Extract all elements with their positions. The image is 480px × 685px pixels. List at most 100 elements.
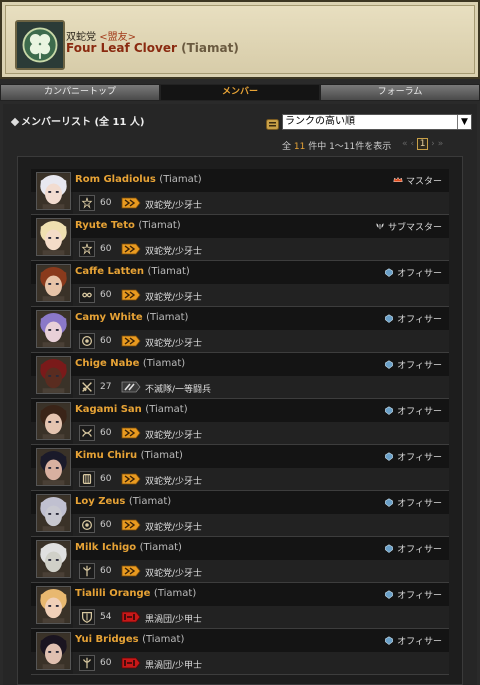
tab-company-top[interactable]: カンパニートップ bbox=[0, 84, 160, 101]
member-name-line[interactable]: Caffe Latten (Tiamat) bbox=[75, 266, 190, 277]
member-name-line[interactable]: Loy Zeus (Tiamat) bbox=[75, 496, 171, 507]
member-rank: オフィサー bbox=[384, 542, 442, 555]
sort-select[interactable]: ランクの高い順 ▼ bbox=[282, 114, 472, 130]
member-name-line[interactable]: Camy White (Tiamat) bbox=[75, 312, 188, 323]
member-row[interactable]: Tialili Orange (Tiamat) オフィサー 54 黒渦団/少甲士 bbox=[31, 583, 449, 629]
member-row[interactable]: Chige Nabe (Tiamat) オフィサー 27 不滅隊/一等闘兵 bbox=[31, 353, 449, 399]
member-row[interactable]: Loy Zeus (Tiamat) オフィサー 60 双蛇党/少牙士 bbox=[31, 491, 449, 537]
pager-info: 全 11 件中 1〜11件を表示 bbox=[282, 142, 392, 152]
member-level: 60 bbox=[100, 566, 112, 576]
member-avatar[interactable] bbox=[36, 540, 71, 578]
member-rank: マスター bbox=[393, 174, 442, 187]
member-name-line[interactable]: Chige Nabe (Tiamat) bbox=[75, 358, 185, 369]
member-row[interactable]: Rom Gladiolus (Tiamat) マスター 60 双蛇党/少牙士 bbox=[31, 169, 449, 215]
member-name[interactable]: Kimu Chiru bbox=[75, 450, 137, 461]
bullet-icon bbox=[10, 117, 20, 127]
fc-crest-icon bbox=[15, 20, 65, 70]
chevron-down-icon: ▼ bbox=[457, 115, 471, 129]
member-world: (Tiamat) bbox=[153, 588, 197, 599]
member-avatar[interactable] bbox=[36, 586, 71, 624]
member-level: 60 bbox=[100, 520, 112, 530]
member-name[interactable]: Milk Ichigo bbox=[75, 542, 136, 553]
member-row[interactable]: Camy White (Tiamat) オフィサー 60 双蛇党/少牙士 bbox=[31, 307, 449, 353]
grand-company-serpent-icon bbox=[121, 335, 141, 347]
member-gc-rank: 双蛇党/少牙士 bbox=[145, 339, 203, 349]
member-name[interactable]: Kagami San bbox=[75, 404, 142, 415]
officer-icon bbox=[384, 589, 394, 600]
member-row[interactable]: Kimu Chiru (Tiamat) オフィサー 60 双蛇党/少牙士 bbox=[31, 445, 449, 491]
member-world: (Tiamat) bbox=[128, 496, 172, 507]
member-avatar[interactable] bbox=[36, 632, 71, 670]
crown-icon bbox=[393, 176, 403, 186]
member-name-line[interactable]: Tialili Orange (Tiamat) bbox=[75, 588, 196, 599]
member-row[interactable]: Yui Bridges (Tiamat) オフィサー 60 黒渦団/少甲士 bbox=[31, 629, 449, 675]
page-number[interactable]: 1 bbox=[417, 138, 429, 150]
member-avatar[interactable] bbox=[36, 264, 71, 302]
monk-icon bbox=[79, 471, 95, 487]
member-rank-label: オフィサー bbox=[397, 361, 442, 371]
next-page-icon[interactable]: › bbox=[431, 139, 435, 149]
member-level: 60 bbox=[100, 244, 112, 254]
officer-icon bbox=[384, 359, 394, 370]
member-avatar[interactable] bbox=[36, 402, 71, 440]
member-gc-rank: 双蛇党/少牙士 bbox=[145, 477, 203, 487]
member-row[interactable]: Ryute Teto (Tiamat) サブマスター 60 双蛇党/少牙士 bbox=[31, 215, 449, 261]
grand-company-serpent-icon bbox=[121, 473, 141, 485]
tab-forum[interactable]: フォーラム bbox=[320, 84, 480, 101]
member-name[interactable]: Yui Bridges bbox=[75, 634, 139, 645]
member-world: (Tiamat) bbox=[142, 358, 186, 369]
member-name-line[interactable]: Rom Gladiolus (Tiamat) bbox=[75, 174, 202, 185]
member-name[interactable]: Ryute Teto bbox=[75, 220, 135, 231]
prev-page-icon[interactable]: ‹ bbox=[411, 139, 415, 149]
member-name[interactable]: Rom Gladiolus bbox=[75, 174, 156, 185]
member-rank: オフィサー bbox=[384, 358, 442, 371]
member-name-line[interactable]: Milk Ichigo (Tiamat) bbox=[75, 542, 182, 553]
member-name[interactable]: Caffe Latten bbox=[75, 266, 144, 277]
sort-select-value: ランクの高い順 bbox=[285, 116, 355, 127]
fc-title: Four Leaf Clover (Tiamat) bbox=[66, 41, 239, 55]
member-rank: オフィサー bbox=[384, 404, 442, 417]
member-avatar[interactable] bbox=[36, 494, 71, 532]
grand-company-serpent-icon bbox=[121, 565, 141, 577]
member-avatar[interactable] bbox=[36, 356, 71, 394]
member-rank-label: オフィサー bbox=[397, 453, 442, 463]
member-row[interactable]: Caffe Latten (Tiamat) オフィサー 60 双蛇党/少牙士 bbox=[31, 261, 449, 307]
ninja-icon bbox=[79, 241, 95, 257]
member-name[interactable]: Chige Nabe bbox=[75, 358, 139, 369]
member-name[interactable]: Tialili Orange bbox=[75, 588, 150, 599]
member-avatar[interactable] bbox=[36, 448, 71, 486]
member-rank: オフィサー bbox=[384, 634, 442, 647]
member-rank-label: オフィサー bbox=[397, 407, 442, 417]
member-avatar[interactable] bbox=[36, 218, 71, 256]
member-rank-label: オフィサー bbox=[397, 545, 442, 555]
fc-name: Four Leaf Clover bbox=[66, 41, 177, 55]
grand-company-maelstrom-icon bbox=[121, 657, 141, 669]
member-name[interactable]: Loy Zeus bbox=[75, 496, 125, 507]
member-rank: オフィサー bbox=[384, 450, 442, 463]
member-name[interactable]: Camy White bbox=[75, 312, 143, 323]
member-avatar[interactable] bbox=[36, 172, 71, 210]
member-row[interactable]: Milk Ichigo (Tiamat) オフィサー 60 双蛇党/少牙士 bbox=[31, 537, 449, 583]
tab-members[interactable]: メンバー bbox=[160, 84, 320, 101]
member-rank: サブマスター bbox=[375, 220, 442, 233]
member-rank-label: オフィサー bbox=[397, 591, 442, 601]
first-page-icon[interactable]: « bbox=[402, 139, 408, 149]
member-name-line[interactable]: Yui Bridges (Tiamat) bbox=[75, 634, 184, 645]
member-gc-rank: 黒渦団/少甲士 bbox=[145, 615, 203, 625]
grand-company-serpent-icon bbox=[121, 519, 141, 531]
member-avatar[interactable] bbox=[36, 310, 71, 348]
astrologian-icon bbox=[79, 563, 95, 579]
member-level: 27 bbox=[100, 382, 112, 392]
member-world: (Tiamat) bbox=[140, 450, 183, 461]
last-page-icon[interactable]: » bbox=[438, 139, 444, 149]
member-row[interactable]: Kagami San (Tiamat) オフィサー 60 双蛇党/少牙士 bbox=[31, 399, 449, 445]
member-name-line[interactable]: Ryute Teto (Tiamat) bbox=[75, 220, 181, 231]
ninja-icon bbox=[79, 195, 95, 211]
member-gc-rank: 双蛇党/少牙士 bbox=[145, 293, 203, 303]
member-name-line[interactable]: Kagami San (Tiamat) bbox=[75, 404, 188, 415]
member-level: 60 bbox=[100, 428, 112, 438]
member-name-line[interactable]: Kimu Chiru (Tiamat) bbox=[75, 450, 183, 461]
member-rank: オフィサー bbox=[384, 496, 442, 509]
summoner-icon bbox=[79, 517, 95, 533]
member-rank-label: オフィサー bbox=[397, 637, 442, 647]
